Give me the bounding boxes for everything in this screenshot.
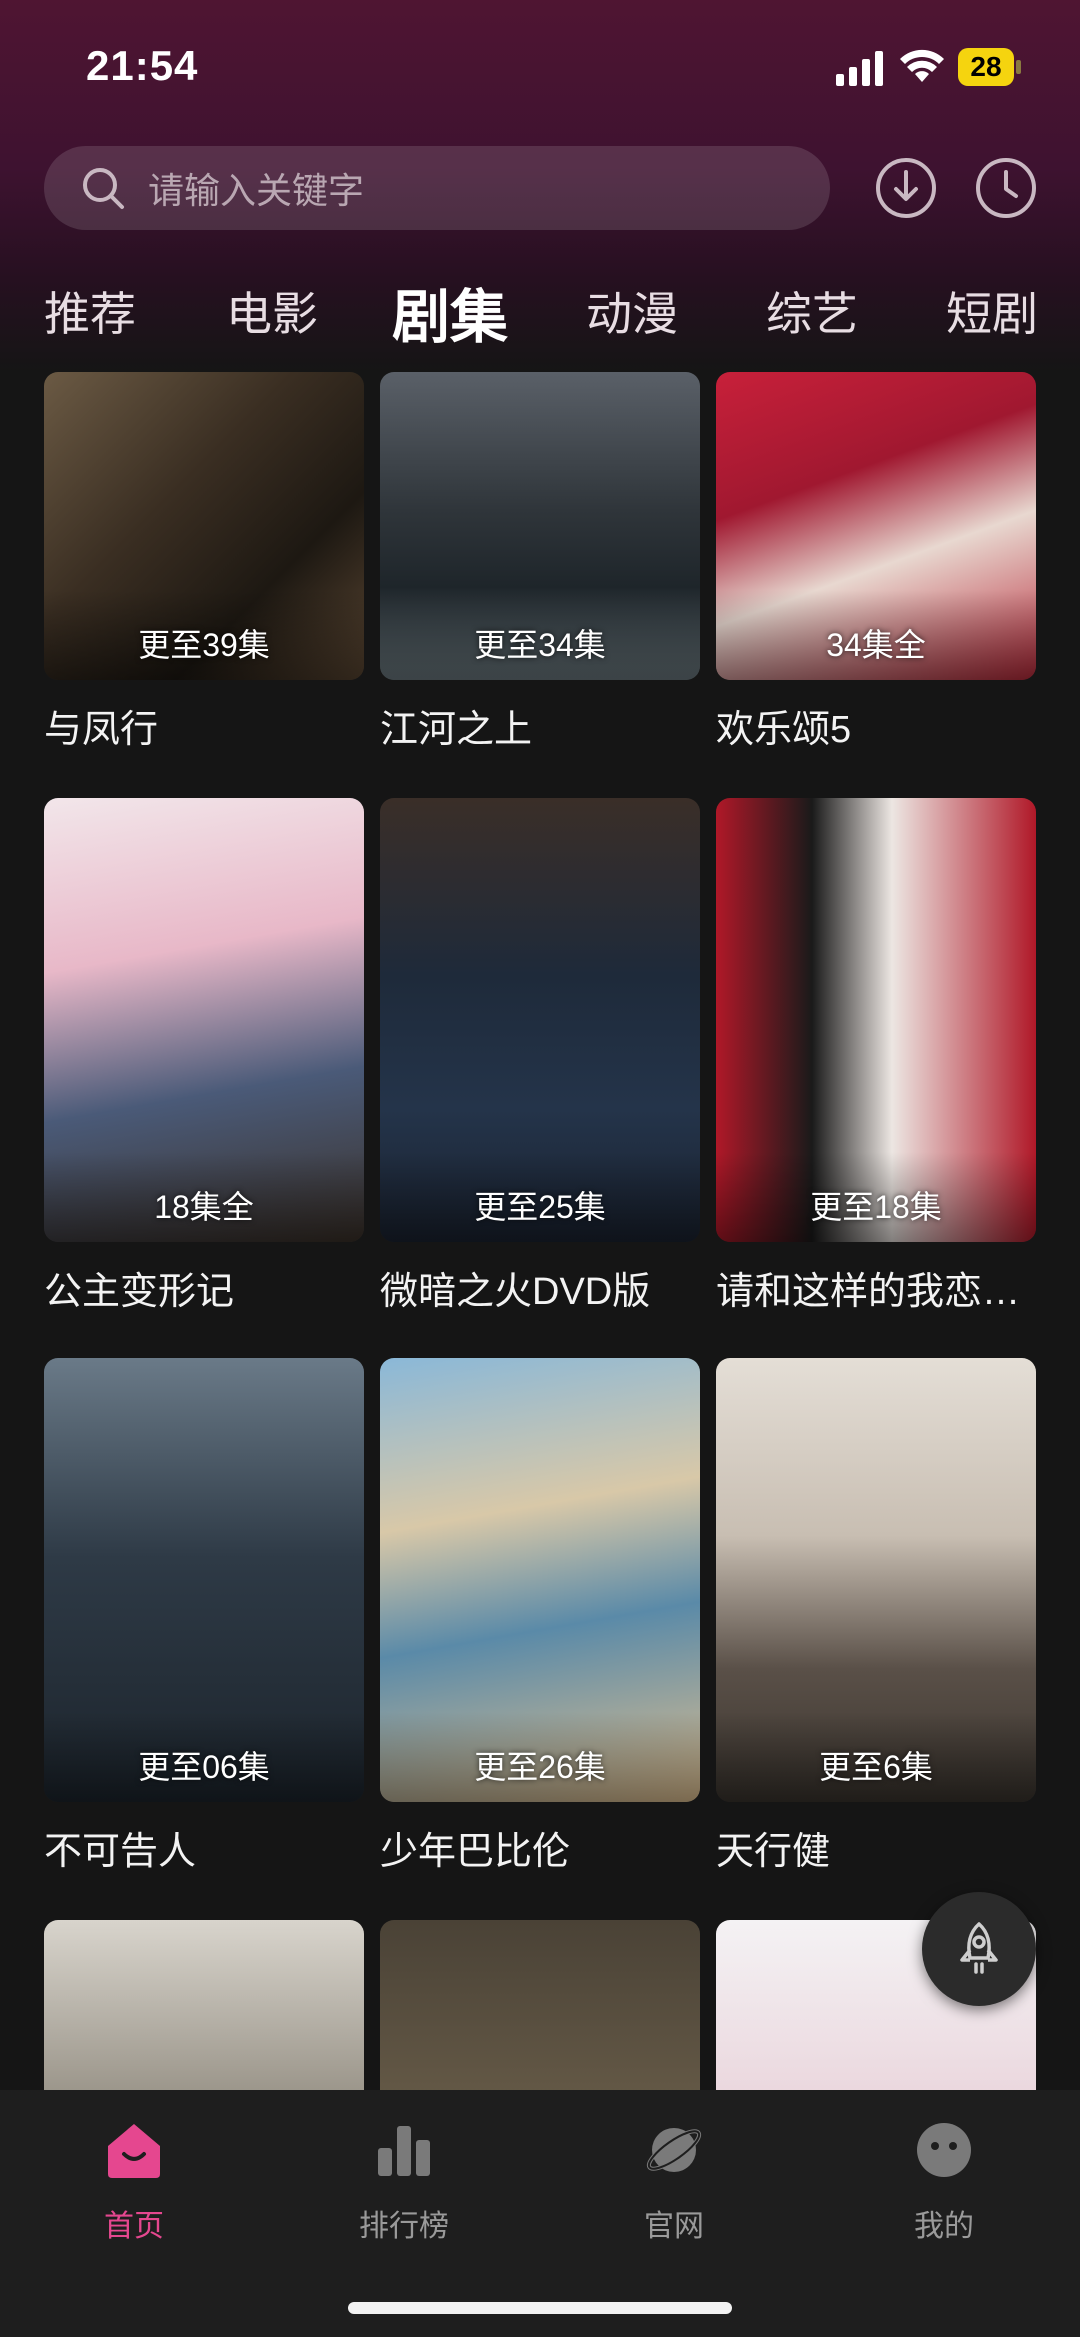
show-grid: 更至39集 与凤行 更至34集 江河之上 34集全 欢乐颂5 18集全 公主变形… <box>0 372 1080 2090</box>
show-card[interactable] <box>380 1920 700 2090</box>
status-bar: 21:54 28 <box>0 0 1080 130</box>
show-poster <box>44 1920 364 2090</box>
show-title: 欢乐颂5 <box>716 709 852 751</box>
show-card[interactable]: 更至26集 少年巴比伦 <box>380 1358 700 1875</box>
show-poster: 更至18集 <box>716 798 1036 1242</box>
episode-badge: 更至39集 <box>138 627 270 663</box>
bottom-nav: 首页 排行榜 官网 我的 <box>0 2090 1080 2337</box>
show-poster: 更至26集 <box>380 1358 700 1802</box>
episode-badge: 更至06集 <box>138 1749 270 1785</box>
battery-icon: 28 <box>958 48 1022 86</box>
episode-badge: 更至34集 <box>474 627 606 663</box>
show-poster: 更至6集 <box>716 1358 1036 1802</box>
show-card[interactable]: 更至18集 请和这样的我恋爱吧 <box>716 798 1036 1315</box>
tab-anime[interactable]: 动漫 <box>586 278 678 344</box>
show-card[interactable]: 更至39集 与凤行 <box>44 372 364 753</box>
show-title: 天行健 <box>716 1831 831 1873</box>
show-card[interactable]: 更至34集 江河之上 <box>380 372 700 753</box>
wifi-icon <box>900 49 944 82</box>
show-card[interactable]: 更至6集 天行健 <box>716 1358 1036 1875</box>
show-poster <box>380 1920 700 2090</box>
tab-variety[interactable]: 综艺 <box>766 278 858 344</box>
show-title: 请和这样的我恋爱吧 <box>716 1271 1036 1313</box>
show-title: 少年巴比伦 <box>380 1831 571 1873</box>
rocket-button[interactable] <box>922 1892 1036 2006</box>
episode-badge: 34集全 <box>826 627 926 663</box>
show-card[interactable]: 更至06集 不可告人 <box>44 1358 364 1875</box>
home-icon <box>108 2124 160 2178</box>
nav-official-label: 官网 <box>644 2210 704 2243</box>
search-placeholder: 请输入关键字 <box>148 170 365 211</box>
show-title: 微暗之火DVD版 <box>380 1271 651 1313</box>
rocket-icon <box>960 1922 998 1974</box>
show-poster: 更至34集 <box>380 372 700 680</box>
download-icon[interactable] <box>874 156 938 220</box>
show-poster: 34集全 <box>716 372 1036 680</box>
show-title: 公主变形记 <box>44 1271 235 1313</box>
episode-badge: 更至26集 <box>474 1749 606 1785</box>
nav-profile[interactable]: 我的 <box>844 2118 1044 2245</box>
signal-icon <box>836 51 883 86</box>
show-poster: 更至39集 <box>44 372 364 680</box>
episode-badge: 更至6集 <box>819 1749 933 1785</box>
nav-home-label: 首页 <box>104 2210 164 2243</box>
profile-icon <box>917 2123 971 2177</box>
tab-recommend[interactable]: 推荐 <box>44 278 136 344</box>
tab-series[interactable]: 剧集 <box>392 270 508 354</box>
show-card[interactable]: 更至25集 微暗之火DVD版 <box>380 798 700 1315</box>
tab-movies[interactable]: 电影 <box>226 278 318 344</box>
tab-short-drama[interactable]: 短剧 <box>946 278 1038 344</box>
nav-home[interactable]: 首页 <box>34 2118 234 2245</box>
episode-badge: 更至25集 <box>474 1189 606 1225</box>
search-input[interactable]: 请输入关键字 <box>44 146 830 230</box>
show-poster: 更至25集 <box>380 798 700 1242</box>
ranking-icon <box>378 2126 430 2176</box>
episode-badge: 18集全 <box>154 1189 254 1225</box>
show-poster: 更至06集 <box>44 1358 364 1802</box>
show-title: 与凤行 <box>44 709 159 751</box>
home-indicator <box>348 2302 732 2314</box>
show-poster: 18集全 <box>44 798 364 1242</box>
show-card[interactable] <box>44 1920 364 2090</box>
episode-badge: 更至18集 <box>810 1189 942 1225</box>
search-icon <box>83 168 124 209</box>
nav-ranking-label: 排行榜 <box>359 2210 449 2243</box>
show-title: 不可告人 <box>44 1831 197 1873</box>
show-card[interactable]: 34集全 欢乐颂5 <box>716 372 1036 753</box>
nav-official[interactable]: 官网 <box>574 2118 774 2245</box>
category-tabs: 推荐 电影 剧集 动漫 综艺 短剧 <box>0 268 1080 352</box>
nav-ranking[interactable]: 排行榜 <box>304 2118 504 2245</box>
planet-icon <box>646 2128 702 2172</box>
battery-level: 28 <box>958 48 1014 86</box>
show-title: 江河之上 <box>380 709 533 751</box>
history-icon[interactable] <box>974 156 1038 220</box>
nav-profile-label: 我的 <box>914 2210 974 2243</box>
status-time: 21:54 <box>86 42 199 89</box>
show-card[interactable]: 18集全 公主变形记 <box>44 798 364 1315</box>
